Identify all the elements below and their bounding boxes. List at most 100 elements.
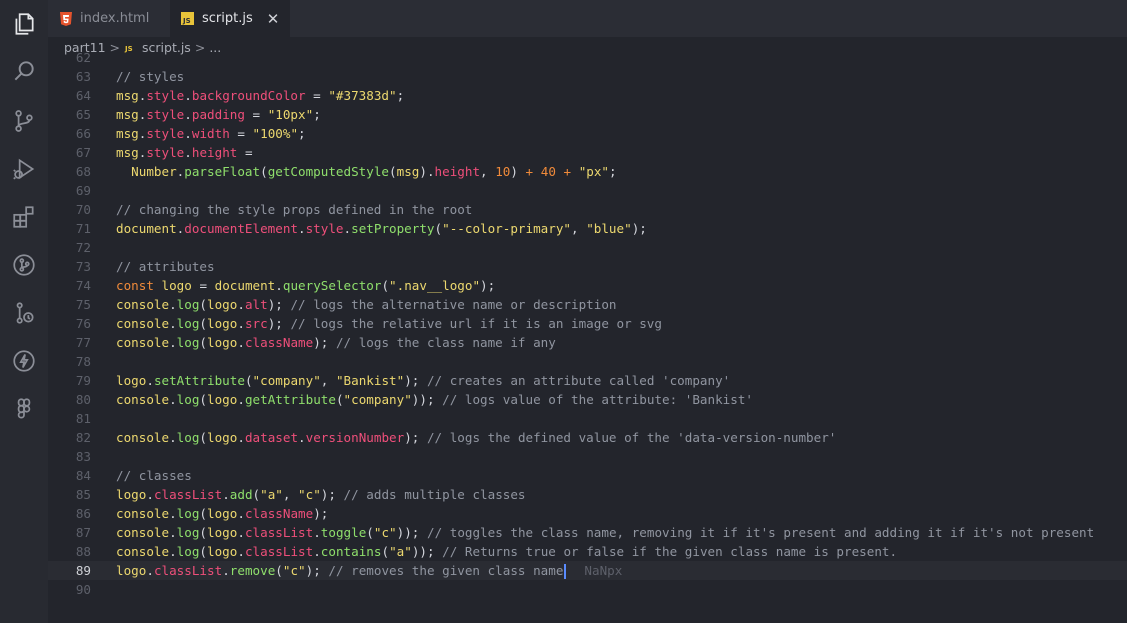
inline-value-hint: NaNpx (584, 563, 623, 578)
code-text: console.log(logo.classList.contains("a")… (116, 544, 898, 559)
code-editor[interactable]: 62 63 // styles 64 msg.style.backgroundColor… (48, 50, 1127, 623)
line-number: 77 (75, 335, 91, 350)
line-number: 62 (75, 50, 91, 65)
text-cursor (564, 564, 567, 579)
code-line[interactable]: 76 console.log(logo.src); // logs the rel… (48, 314, 1127, 333)
tab-script-js[interactable]: JS script.js ✕ (170, 0, 290, 37)
line-number: 84 (75, 468, 91, 483)
code-line[interactable]: 69 (48, 181, 1127, 200)
code-text: console.log(logo.alt); // logs the alter… (116, 297, 617, 312)
close-icon[interactable]: ✕ (267, 10, 280, 28)
line-number: 79 (75, 373, 91, 388)
figma-icon[interactable] (10, 395, 38, 423)
code-line[interactable]: 82 console.log(logo.dataset.versionNumber… (48, 428, 1127, 447)
code-line[interactable]: 70 // changing the style props defined in… (48, 200, 1127, 219)
code-text: console.log(logo.src); // logs the relat… (116, 316, 662, 331)
code-text: logo.setAttribute("company", "Bankist");… (116, 373, 731, 388)
tab-label: index.html (80, 11, 150, 26)
code-line[interactable]: 89 logo.classList.remove("c"); // removes… (48, 561, 1127, 580)
code-text: msg.style.padding = "10px"; (116, 107, 321, 122)
line-number: 80 (75, 392, 91, 407)
line-number: 65 (75, 107, 91, 122)
code-line[interactable]: 86 console.log(logo.className); (48, 504, 1127, 523)
code-text: console.log(logo.getAttribute("company")… (116, 392, 754, 407)
code-line[interactable]: 84 // classes (48, 466, 1127, 485)
code-line[interactable]: 71 document.documentElement.style.setProp… (48, 219, 1127, 238)
code-text: // changing the style props defined in t… (116, 202, 473, 217)
code-line[interactable]: 73 // attributes (48, 257, 1127, 276)
js-icon: JS (181, 12, 194, 25)
code-line[interactable]: 75 console.log(logo.alt); // logs the alt… (48, 295, 1127, 314)
code-text: console.log(logo.dataset.versionNumber);… (116, 430, 837, 445)
extensions-icon[interactable] (10, 203, 38, 231)
code-text: msg.style.backgroundColor = "#37383d"; (116, 88, 405, 103)
code-line[interactable]: 80 console.log(logo.getAttribute("company… (48, 390, 1127, 409)
run-debug-icon[interactable] (10, 155, 38, 183)
line-number: 64 (75, 88, 91, 103)
activity-bar (0, 0, 48, 623)
line-number: 68 (75, 164, 91, 179)
line-number: 75 (75, 297, 91, 312)
code-line[interactable]: 81 (48, 409, 1127, 428)
code-text: console.log(logo.className); (116, 506, 329, 521)
tab-index-html[interactable]: index.html (60, 0, 168, 37)
line-number: 72 (75, 240, 91, 255)
files-icon[interactable] (10, 10, 38, 38)
svg-text:JS: JS (182, 17, 191, 25)
line-number: 81 (75, 411, 91, 426)
line-number: 66 (75, 126, 91, 141)
code-text: console.log(logo.classList.toggle("c"));… (116, 525, 1095, 540)
line-number: 86 (75, 506, 91, 521)
line-number: 67 (75, 145, 91, 160)
code-line[interactable]: 67 msg.style.height = (48, 143, 1127, 162)
line-number: 82 (75, 430, 91, 445)
line-number: 87 (75, 525, 91, 540)
code-line[interactable]: 63 // styles (48, 67, 1127, 86)
lightning-icon[interactable] (10, 347, 38, 375)
code-line[interactable]: 90 (48, 580, 1127, 599)
code-text: // styles (116, 69, 185, 84)
code-line[interactable]: 79 logo.setAttribute("company", "Bankist"… (48, 371, 1127, 390)
line-number: 89 (75, 563, 91, 578)
code-text: const logo = document.querySelector(".na… (116, 278, 496, 293)
remote-icon[interactable] (10, 299, 38, 327)
code-line[interactable]: 65 msg.style.padding = "10px"; (48, 105, 1127, 124)
tab-label: script.js (202, 11, 253, 26)
line-number: 73 (75, 259, 91, 274)
code-line[interactable]: 62 (48, 48, 1127, 67)
line-number: 85 (75, 487, 91, 502)
line-number: 90 (75, 582, 91, 597)
tab-bar: index.html JS script.js ✕ (48, 0, 1127, 37)
git-graph-icon[interactable] (10, 251, 38, 279)
code-text: msg.style.width = "100%"; (116, 126, 306, 141)
code-line[interactable]: 83 (48, 447, 1127, 466)
code-text: console.log(logo.className); // logs the… (116, 335, 556, 350)
line-number: 74 (75, 278, 91, 293)
code-text: document.documentElement.style.setProper… (116, 221, 647, 236)
search-icon[interactable] (10, 57, 38, 85)
code-text: msg.style.height = (116, 145, 253, 160)
code-text: // attributes (116, 259, 215, 274)
code-line[interactable]: 87 console.log(logo.classList.toggle("c")… (48, 523, 1127, 542)
line-number: 88 (75, 544, 91, 559)
line-number: 71 (75, 221, 91, 236)
code-line[interactable]: 78 (48, 352, 1127, 371)
source-control-icon[interactable] (10, 107, 38, 135)
code-text: logo.classList.add("a", "c"); // adds mu… (116, 487, 526, 502)
line-number: 78 (75, 354, 91, 369)
code-line[interactable]: 74 const logo = document.querySelector(".… (48, 276, 1127, 295)
line-number: 69 (75, 183, 91, 198)
html5-icon (60, 11, 72, 26)
line-number: 63 (75, 69, 91, 84)
line-number: 70 (75, 202, 91, 217)
code-line[interactable]: 72 (48, 238, 1127, 257)
code-line[interactable]: 66 msg.style.width = "100%"; (48, 124, 1127, 143)
line-number: 76 (75, 316, 91, 331)
code-line[interactable]: 77 console.log(logo.className); // logs t… (48, 333, 1127, 352)
code-line[interactable]: 85 logo.classList.add("a", "c"); // adds … (48, 485, 1127, 504)
code-text: // classes (116, 468, 192, 483)
code-line[interactable]: 88 console.log(logo.classList.contains("a… (48, 542, 1127, 561)
code-text: logo.classList.remove("c"); // removes t… (116, 563, 623, 579)
code-line[interactable]: 64 msg.style.backgroundColor = "#37383d"; (48, 86, 1127, 105)
code-line[interactable]: 68 Number.parseFloat(getComputedStyle(ms… (48, 162, 1127, 181)
